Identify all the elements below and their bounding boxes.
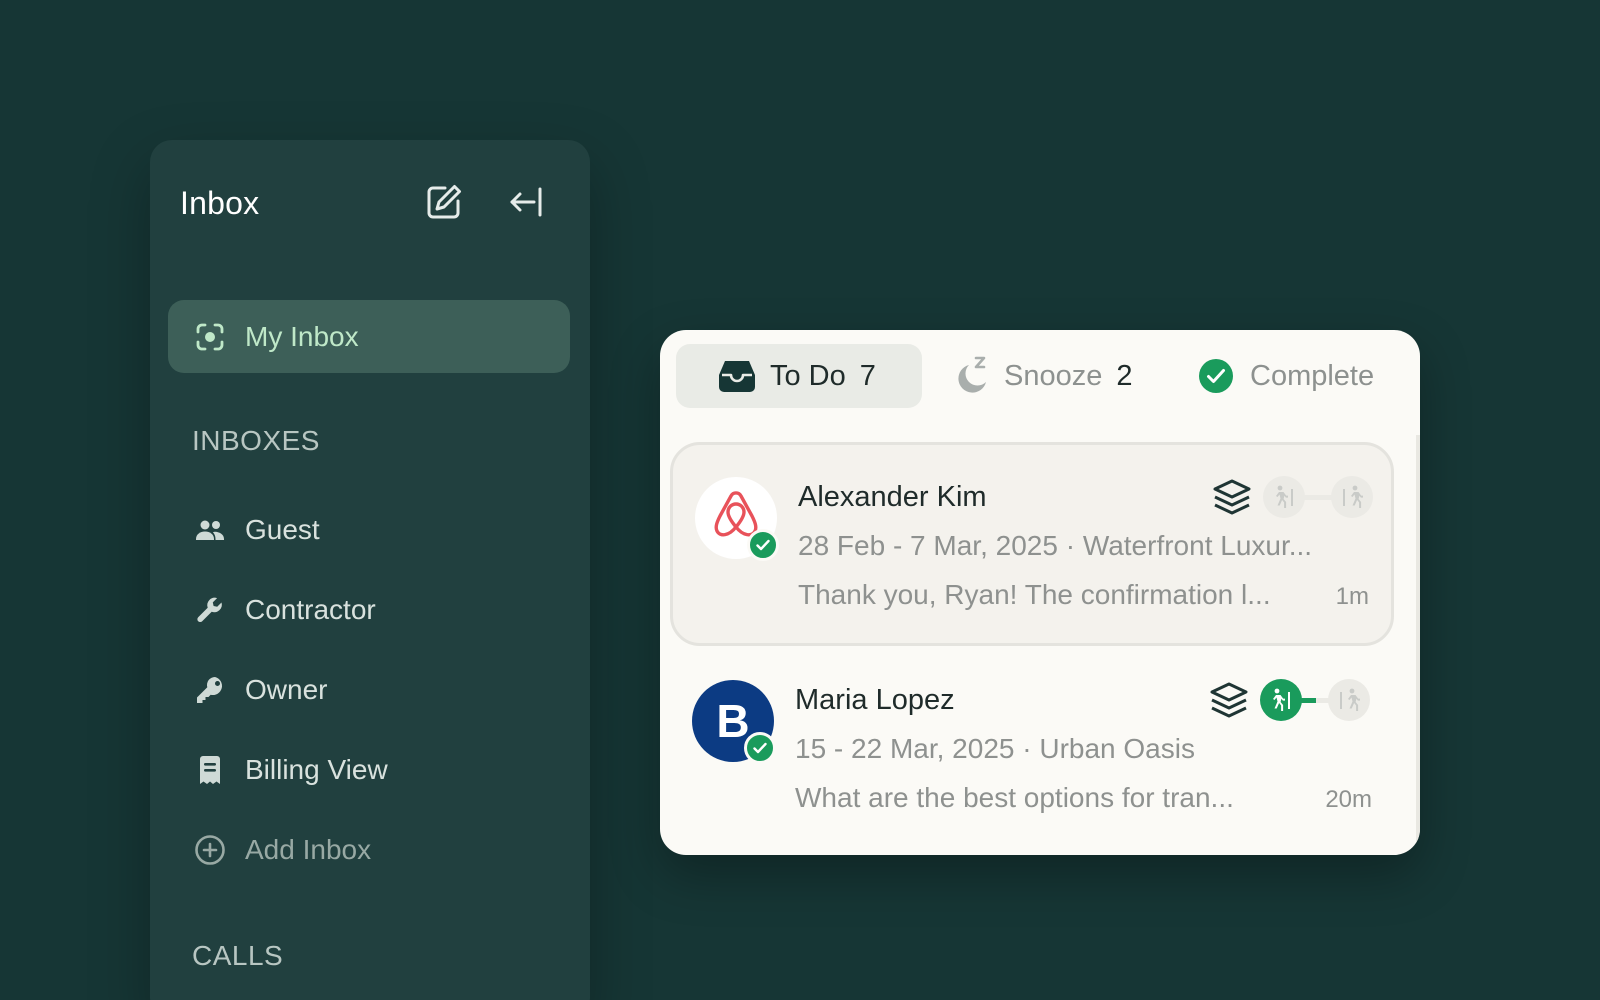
nav-label: Add Inbox [245,834,372,865]
sidebar [150,140,590,1000]
tab-label: Snooze [1004,359,1103,392]
nav-item-contractor[interactable]: Contractor [193,590,376,630]
progress-line [1303,495,1333,500]
tab-to-do[interactable]: To Do 7 [676,344,922,408]
avatar [695,477,779,561]
progress-line-filled [1300,698,1316,703]
tab-count: 2 [1116,359,1133,392]
message-preview: What are the best options for tran... [795,782,1234,813]
add-inbox-button[interactable]: Add Inbox [193,830,371,870]
tab-count: 7 [859,359,876,392]
check-badge-icon [744,732,776,764]
collapse-sidebar-button[interactable] [504,182,548,226]
check-in-icon [1260,679,1302,721]
nav-label: Guest [245,514,320,545]
nav-label: Contractor [245,594,376,625]
stay-progress [1260,679,1370,723]
nav-item-guest[interactable]: Guest [193,510,320,550]
conversation-panel: To Do 7 Snooze 2 Complete Alexander Kim … [660,330,1420,855]
message-time: 1m [1335,583,1369,610]
nav-my-inbox[interactable]: My Inbox [168,300,570,373]
check-circle-icon [1198,358,1234,394]
contact-name: Maria Lopez [795,684,955,716]
check-out-icon [1328,679,1370,721]
avatar-letter: B [716,695,750,747]
people-icon [193,513,227,547]
wrench-icon [193,593,227,627]
tab-label: Complete [1250,359,1375,392]
tab-complete[interactable]: Complete [1198,344,1408,408]
conversation-item[interactable]: Alexander Kim 28 Feb - 7 Mar, 2025 · Wat… [670,442,1394,646]
collapse-left-icon [506,182,546,227]
compose-button[interactable] [422,182,466,226]
conversation-item[interactable]: B Maria Lopez 15 - 22 Mar, 2025 · Urban … [670,648,1394,852]
contact-name: Alexander Kim [798,481,987,513]
sidebar-title: Inbox [180,185,260,221]
nav-label: Owner [245,674,328,705]
scrollbar[interactable] [1416,435,1420,855]
check-out-icon [1331,476,1373,518]
snooze-moon-icon [952,356,990,396]
message-time: 20m [1325,786,1372,813]
avatar: B [692,680,776,764]
app-stage: Inbox My Inbox INBOXES Guest Contractor … [0,0,1600,1000]
stay-progress [1263,476,1373,520]
compose-icon [424,182,464,227]
check-in-icon [1263,476,1305,518]
inbox-tray-icon [718,359,756,393]
layers-icon[interactable] [1211,477,1253,519]
nav-label: My Inbox [245,320,359,352]
tab-snooze[interactable]: Snooze 2 [952,344,1162,408]
nav-item-billing-view[interactable]: Billing View [193,750,388,790]
receipt-icon [193,753,227,787]
booking-meta: 15 - 22 Mar, 2025 · Urban Oasis [795,733,1195,764]
key-icon [193,673,227,707]
nav-item-owner[interactable]: Owner [193,670,327,710]
layers-icon[interactable] [1208,680,1250,722]
tab-label: To Do [770,359,846,392]
nav-label: Billing View [245,754,388,785]
section-label-calls: CALLS [192,940,284,971]
booking-meta: 28 Feb - 7 Mar, 2025 · Waterfront Luxur.… [798,530,1313,561]
focus-icon [193,320,227,354]
plus-circle-icon [193,833,227,867]
check-badge-icon [747,529,779,561]
message-preview: Thank you, Ryan! The confirmation l... [798,579,1271,610]
section-label-inboxes: INBOXES [192,425,320,456]
